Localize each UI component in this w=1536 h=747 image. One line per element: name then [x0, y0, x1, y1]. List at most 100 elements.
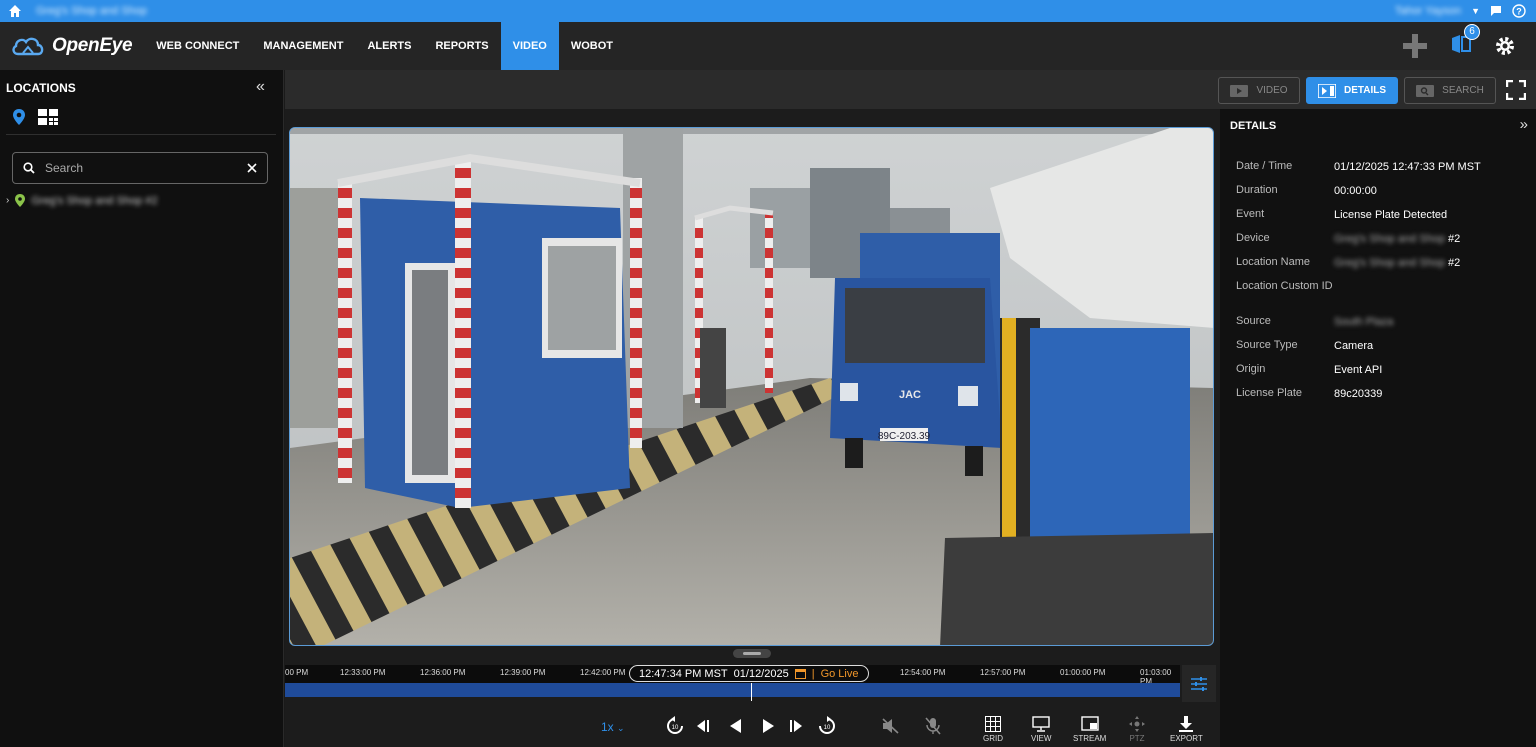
expand-chevron-icon[interactable]: › [6, 195, 9, 206]
nav-video[interactable]: VIDEO [500, 22, 559, 70]
timeline-recording-bar[interactable] [285, 683, 1180, 697]
play-icon[interactable] [760, 718, 776, 734]
user-dropdown-icon[interactable]: ▼ [1471, 6, 1480, 16]
nav-web-connect[interactable]: WEB CONNECT [144, 22, 251, 70]
current-date: 01/12/2025 [733, 667, 789, 680]
audio-muted-icon[interactable] [882, 718, 900, 734]
detail-row-location-name: Location Name Greg's Shop and Shop #2 [1236, 256, 1461, 270]
nav-management[interactable]: MANAGEMENT [251, 22, 355, 70]
detail-row-duration: Duration 00:00:00 [1236, 184, 1377, 198]
current-time-pill[interactable]: 12:47:34 PM MST 01/12/2025 | Go Live [629, 665, 869, 682]
nav-alerts[interactable]: ALERTS [355, 22, 423, 70]
add-icon[interactable] [1402, 33, 1428, 59]
ptz-label: PTZ [1129, 734, 1145, 743]
stream-icon [1080, 716, 1099, 731]
search-view-label: SEARCH [1442, 85, 1484, 96]
user-name[interactable]: Tahor Yayson [1395, 5, 1461, 17]
grid-label: GRID [983, 734, 1003, 743]
export-button[interactable]: EXPORT [1170, 716, 1203, 743]
sliders-icon [1191, 676, 1207, 691]
view-button[interactable]: VIEW [1031, 716, 1051, 743]
forward-10-icon[interactable]: 10 [817, 716, 837, 736]
search-view-icon [1416, 84, 1435, 97]
main-nav: OpenEye WEB CONNECT MANAGEMENT ALERTS RE… [0, 22, 1536, 70]
cloud-logo-icon [12, 37, 44, 56]
location-tree-item[interactable]: › Greg's Shop and Shop #2 [6, 194, 158, 207]
timeline-tick: 12:36:00 PM [420, 668, 466, 677]
svg-text:?: ? [1516, 7, 1522, 17]
clear-search-icon[interactable] [247, 163, 257, 173]
resize-handle[interactable] [733, 649, 771, 658]
microphone-muted-icon[interactable] [925, 717, 941, 735]
sidebar-divider [6, 134, 276, 135]
brand-name: OpenEye [52, 35, 133, 56]
timeline-cursor[interactable] [751, 683, 752, 701]
calendar-icon[interactable] [794, 668, 806, 679]
search-input[interactable] [45, 161, 247, 175]
video-player[interactable]: 89C-203.39 JAC [289, 127, 1214, 646]
grid-view-icon[interactable] [38, 109, 58, 125]
export-label: EXPORT [1170, 734, 1203, 743]
rewind-10-icon[interactable]: 10 [665, 716, 685, 736]
playback-speed-select[interactable]: 1x ⌄ [601, 720, 625, 734]
detail-row-source-type: Source Type Camera [1236, 339, 1374, 353]
playback-speed-value: 1x [601, 720, 614, 734]
current-time: 12:47:34 PM MST [639, 667, 728, 680]
stream-label: STREAM [1073, 734, 1107, 743]
ptz-icon [1129, 716, 1145, 732]
settings-gear-icon[interactable] [1494, 35, 1516, 57]
timeline[interactable]: 00 PM 12:33:00 PM 12:36:00 PM 12:39:00 P… [285, 665, 1536, 707]
download-icon [1179, 716, 1194, 732]
site-name[interactable]: Greg's Shop and Shop [36, 5, 147, 17]
time-separator: | [811, 667, 815, 680]
grid-button[interactable]: GRID [983, 716, 1003, 743]
help-icon[interactable]: ? [1512, 4, 1526, 18]
home-icon[interactable] [8, 4, 22, 18]
go-live-link[interactable]: Go Live [821, 668, 859, 680]
timeline-tick: 12:39:00 PM [500, 668, 546, 677]
expand-details-icon[interactable]: » [1520, 116, 1528, 133]
svg-text:10: 10 [672, 725, 679, 731]
view-toolbar: VIDEO DETAILS SEARCH [285, 70, 1536, 109]
timeline-tick: 12:54:00 PM [900, 668, 946, 677]
detail-row-event: Event License Plate Detected [1236, 208, 1448, 222]
location-search[interactable] [12, 152, 268, 184]
main-area: VIDEO DETAILS SEARCH 89C-203.39 JAC DETA… [285, 70, 1536, 747]
license-plate-text: 89C-203.39 [878, 431, 931, 442]
top-strip: Greg's Shop and Shop Tahor Yayson ▼ ? [0, 0, 1536, 22]
chat-icon[interactable] [1490, 5, 1502, 17]
fullscreen-icon[interactable] [1506, 80, 1526, 100]
detail-row-device: Device Greg's Shop and Shop #2 [1236, 232, 1461, 246]
timeline-settings-button[interactable] [1182, 665, 1216, 702]
location-pin-icon [15, 194, 26, 207]
timeline-tick: 01:00:00 PM [1060, 668, 1106, 677]
locations-sidebar: LOCATIONS « › Greg's Shop and Shop #2 [0, 70, 284, 747]
monitor-icon [1032, 716, 1050, 732]
stream-button[interactable]: STREAM [1073, 716, 1106, 743]
next-frame-icon[interactable] [788, 718, 804, 734]
nav-wobot[interactable]: WOBOT [559, 22, 625, 70]
video-icon [1230, 84, 1249, 97]
collapse-sidebar-icon[interactable]: « [256, 78, 265, 96]
search-view-button[interactable]: SEARCH [1404, 77, 1496, 104]
notifications-button[interactable]: 6 [1450, 23, 1480, 59]
details-view-button[interactable]: DETAILS [1306, 77, 1398, 104]
detail-row-origin: Origin Event API [1236, 363, 1383, 377]
video-view-button[interactable]: VIDEO [1218, 77, 1300, 104]
locations-title: LOCATIONS [6, 81, 76, 95]
location-name: Greg's Shop and Shop #2 [31, 194, 158, 207]
brand-logo[interactable]: OpenEye [10, 34, 133, 58]
detail-row-license-plate: License Plate 89c20339 [1236, 387, 1383, 401]
grid-icon [985, 716, 1001, 732]
nav-reports[interactable]: REPORTS [423, 22, 500, 70]
ptz-button[interactable]: PTZ [1129, 716, 1145, 743]
details-icon [1317, 83, 1336, 98]
play-reverse-icon[interactable] [728, 718, 744, 734]
chevron-down-icon: ⌄ [617, 723, 625, 733]
details-title: DETAILS [1230, 120, 1277, 132]
previous-frame-icon[interactable] [695, 718, 711, 734]
truck-brand-text: JAC [899, 389, 921, 401]
map-pin-icon[interactable] [12, 108, 26, 126]
details-panel: DETAILS » Date / Time 01/12/2025 12:47:33… [1220, 109, 1536, 747]
video-view-label: VIDEO [1256, 85, 1288, 96]
